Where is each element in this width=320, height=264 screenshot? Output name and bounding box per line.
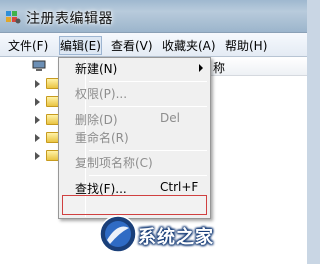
menu-view[interactable]: 查看(V) (111, 37, 153, 54)
menu-item-permissions-label: 权限(P)... (75, 87, 128, 101)
menu-separator (89, 175, 207, 176)
menu-help[interactable]: 帮助(H) (225, 37, 267, 54)
menu-edit[interactable]: 编辑(E) (59, 36, 102, 55)
menu-separator (89, 81, 207, 82)
menu-item-rename-label: 重命名(R) (75, 131, 129, 145)
registry-editor-icon (6, 11, 21, 24)
watermark-logo-icon (99, 215, 137, 253)
menu-item-find-label: 查找(F)... (75, 182, 127, 196)
menu-item-new-label: 新建(N) (75, 62, 118, 76)
menu-item-find-shortcut: Ctrl+F (160, 180, 199, 194)
submenu-arrow-icon (199, 64, 203, 72)
edit-dropdown-menu: 新建(N) 权限(P)... 删除(D) Del 重命名(R) 复制项名称(C)… (58, 57, 211, 219)
window-title: 注册表编辑器 (26, 11, 113, 27)
column-header-label: 称 (213, 61, 226, 75)
menu-item-delete-shortcut: Del (160, 111, 180, 125)
watermark-text: 系统之家 (138, 227, 214, 248)
expand-icon[interactable] (35, 134, 40, 142)
menu-separator (89, 150, 207, 151)
menu-item-permissions[interactable]: 权限(P)... (75, 85, 127, 103)
expand-icon[interactable] (35, 98, 40, 106)
title-bar[interactable]: 注册表编辑器 (0, 0, 307, 33)
expand-icon[interactable] (35, 80, 40, 88)
menu-item-new[interactable]: 新建(N) (75, 60, 210, 78)
menu-separator (89, 106, 207, 107)
computer-icon[interactable] (32, 60, 46, 72)
menu-item-delete[interactable]: 删除(D) (75, 111, 118, 129)
menu-favorites[interactable]: 收藏夹(A) (162, 37, 216, 54)
expand-icon[interactable] (35, 116, 40, 124)
expand-icon[interactable] (35, 152, 40, 160)
menu-bar: 文件(F) 编辑(E) 查看(V) 收藏夹(A) 帮助(H) (0, 33, 307, 57)
column-header-name[interactable]: 称 (206, 57, 307, 76)
menu-item-copy-key-name-label: 复制项名称(C) (75, 156, 153, 170)
menu-file[interactable]: 文件(F) (8, 37, 48, 54)
menu-item-delete-label: 删除(D) (75, 113, 118, 127)
menu-item-find-next-highlighted[interactable] (62, 195, 207, 215)
menu-item-rename[interactable]: 重命名(R) (75, 129, 129, 147)
menu-item-copy-key-name[interactable]: 复制项名称(C) (75, 154, 153, 172)
